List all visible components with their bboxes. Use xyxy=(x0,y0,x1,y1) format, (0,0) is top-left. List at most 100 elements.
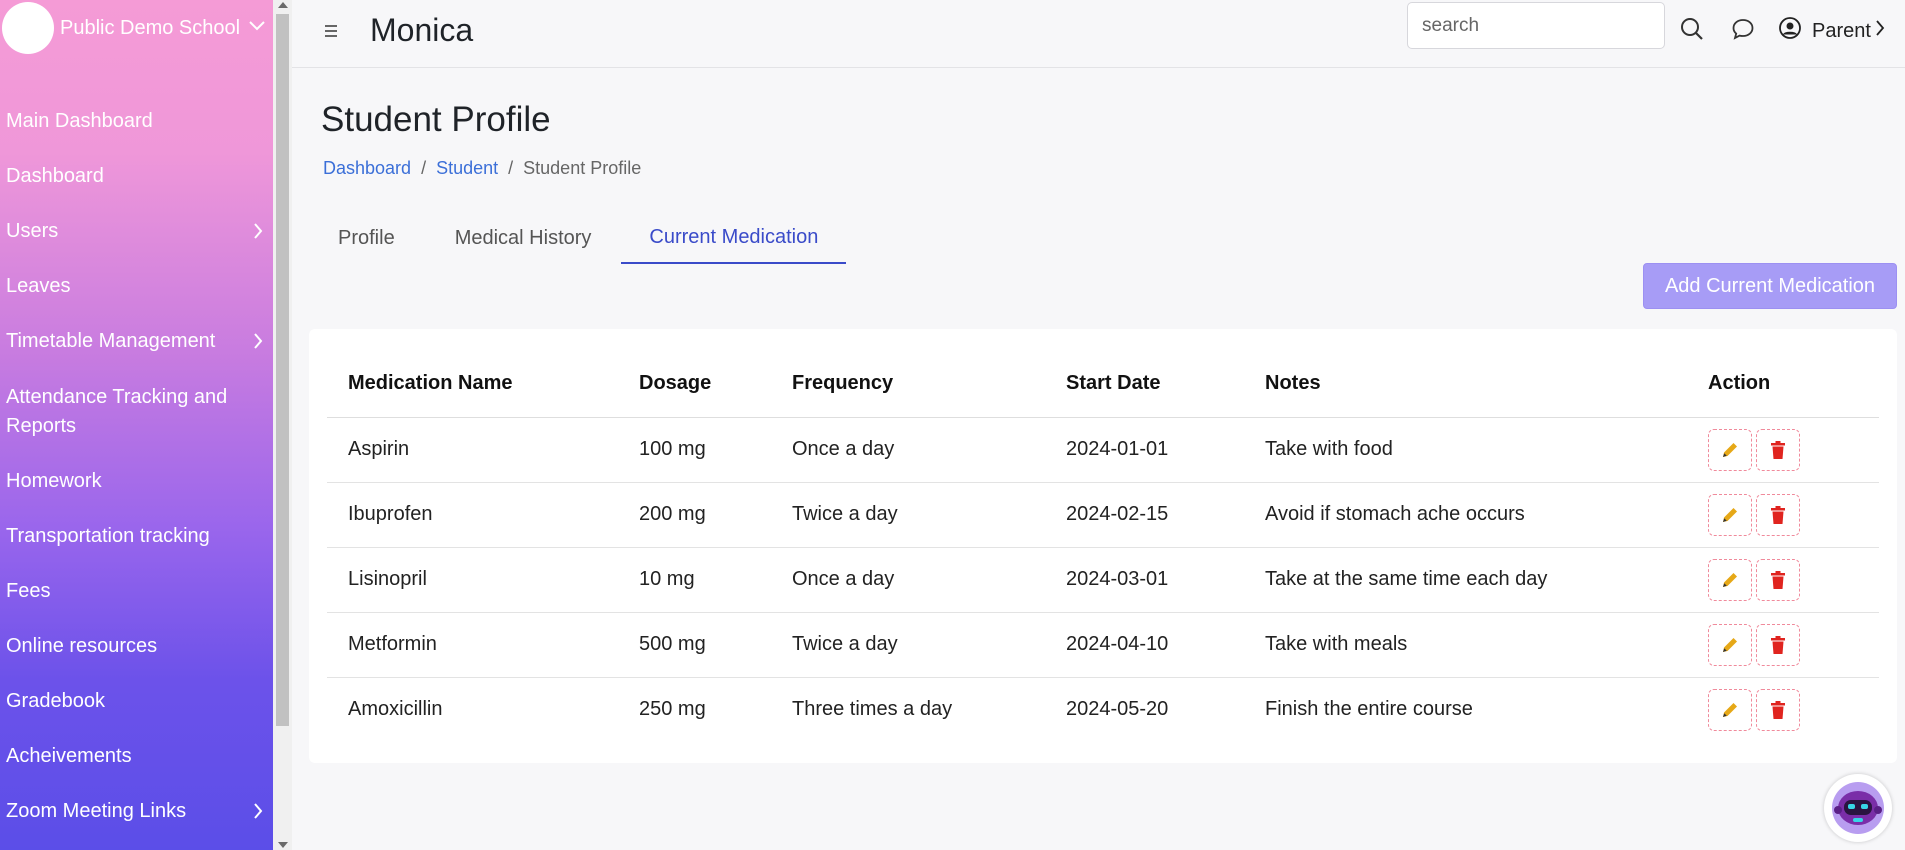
medication-name-cell: Amoxicillin xyxy=(348,698,443,721)
start-date-cell: 2024-04-10 xyxy=(1045,612,1244,678)
page-title: Student Profile xyxy=(321,100,551,139)
sidebar-item-label: Dashboard xyxy=(6,164,104,187)
chevron-right-icon xyxy=(243,332,273,350)
dosage-cell: 10 mg xyxy=(618,547,771,613)
notes-cell: Finish the entire course xyxy=(1265,698,1473,721)
trash-icon xyxy=(1771,700,1785,719)
sidebar-item-label: Attendance Tracking and Reports xyxy=(6,386,228,437)
tab-medical-history[interactable]: Medical History xyxy=(425,212,622,264)
row-actions xyxy=(1708,428,1879,471)
top-header: Monica Parent xyxy=(292,0,1905,68)
trash-icon xyxy=(1771,635,1785,654)
breadcrumb-separator: / xyxy=(508,158,514,178)
medication-name-cell: Metformin xyxy=(327,612,618,678)
sidebar-item-achievements[interactable]: Acheivements xyxy=(0,736,273,776)
sidebar-item-dashboard[interactable]: Dashboard xyxy=(0,156,273,196)
sidebar-item-fees[interactable]: Fees xyxy=(0,571,273,611)
table-row: Ibuprofen 200 mg Twice a day 2024-02-15 Avoi… xyxy=(327,482,1879,548)
sidebar-item-online-resources[interactable]: Online resources xyxy=(0,626,273,666)
row-actions xyxy=(1708,493,1879,536)
user-role-label: Parent xyxy=(1812,19,1871,42)
user-menu[interactable]: Parent xyxy=(1778,16,1885,46)
edit-button[interactable] xyxy=(1708,688,1752,731)
hamburger-menu-icon[interactable] xyxy=(323,22,343,42)
breadcrumb: Dashboard / Student / Student Profile xyxy=(323,158,641,179)
action-cell xyxy=(1687,677,1879,742)
column-header-start-date: Start Date xyxy=(1045,351,1244,418)
delete-button[interactable] xyxy=(1756,493,1800,536)
frequency-cell: Once a day xyxy=(771,547,1045,613)
table-row: Amoxicillin 250 mg Three times a day 2024-0… xyxy=(327,677,1879,742)
sidebar-scrollbar[interactable] xyxy=(273,0,292,850)
edit-button[interactable] xyxy=(1708,428,1752,471)
sidebar-item-label: Leaves xyxy=(6,274,71,297)
start-date-cell: 2024-03-01 xyxy=(1045,547,1244,613)
search-icon[interactable] xyxy=(1679,16,1705,42)
action-cell xyxy=(1687,612,1879,678)
sidebar-item-zoom-links[interactable]: Zoom Meeting Links xyxy=(0,791,273,831)
breadcrumb-student-link[interactable]: Student xyxy=(436,158,498,179)
chatbot-assistant-button[interactable] xyxy=(1824,774,1892,842)
medication-table-card: Medication Name Dosage Frequency Start D… xyxy=(309,329,1897,763)
scroll-down-arrow-icon[interactable] xyxy=(278,842,288,848)
sidebar-item-label: Fees xyxy=(6,579,51,602)
tab-current-medication[interactable]: Current Medication xyxy=(621,212,847,264)
edit-button[interactable] xyxy=(1708,558,1752,601)
notes-cell: Take with meals xyxy=(1244,612,1687,678)
edit-button[interactable] xyxy=(1708,493,1752,536)
dosage-cell: 100 mg xyxy=(618,417,771,483)
frequency-cell: Three times a day xyxy=(792,698,953,721)
frequency-cell: Once a day xyxy=(771,417,1045,483)
sidebar-item-label: Main Dashboard xyxy=(6,109,153,132)
start-date-cell: 2024-02-15 xyxy=(1045,482,1244,548)
sidebar-item-timetable[interactable]: Timetable Management xyxy=(0,321,273,361)
sidebar-item-attendance[interactable]: Attendance Tracking and Reports xyxy=(0,381,273,443)
action-cell xyxy=(1687,417,1879,483)
sidebar-item-label: Transportation tracking xyxy=(6,524,210,547)
pencil-icon xyxy=(1723,702,1737,717)
chevron-right-icon xyxy=(1875,19,1885,43)
notes-cell: Take at the same time each day xyxy=(1244,547,1687,613)
scroll-up-arrow-icon[interactable] xyxy=(278,2,288,8)
pencil-icon xyxy=(1723,442,1737,457)
chat-icon[interactable] xyxy=(1730,16,1756,42)
breadcrumb-dashboard-link[interactable]: Dashboard xyxy=(323,158,411,179)
delete-button[interactable] xyxy=(1756,623,1800,666)
sidebar-item-gradebook[interactable]: Gradebook xyxy=(0,681,273,721)
breadcrumb-separator: / xyxy=(421,158,427,178)
sidebar-item-label: Online resources xyxy=(6,634,158,657)
edit-button[interactable] xyxy=(1708,623,1752,666)
school-switcher[interactable]: Public Demo School xyxy=(0,0,273,56)
search-input[interactable] xyxy=(1407,2,1665,49)
chevron-down-icon xyxy=(248,19,266,37)
start-date-cell: 2024-05-20 xyxy=(1066,698,1169,721)
delete-button[interactable] xyxy=(1756,428,1800,471)
action-cell xyxy=(1687,547,1879,613)
notes-cell: Avoid if stomach ache occurs xyxy=(1244,482,1687,548)
delete-button[interactable] xyxy=(1756,558,1800,601)
notes-cell: Take with food xyxy=(1244,417,1687,483)
tab-profile[interactable]: Profile xyxy=(310,212,425,264)
add-current-medication-button[interactable]: Add Current Medication xyxy=(1643,263,1897,309)
scrollbar-thumb[interactable] xyxy=(276,14,289,726)
medication-name-cell: Ibuprofen xyxy=(327,482,618,548)
school-name: Public Demo School xyxy=(60,16,241,39)
action-cell xyxy=(1687,482,1879,548)
sidebar-item-users[interactable]: Users xyxy=(0,211,273,251)
trash-icon xyxy=(1771,440,1785,459)
table-header-row: Medication Name Dosage Frequency Start D… xyxy=(327,351,1879,418)
delete-button[interactable] xyxy=(1756,688,1800,731)
medication-table: Medication Name Dosage Frequency Start D… xyxy=(327,351,1879,742)
sidebar-item-label: Homework xyxy=(6,469,102,492)
table-row: Metformin 500 mg Twice a day 2024-04-10 Take… xyxy=(327,612,1879,678)
frequency-cell: Twice a day xyxy=(771,482,1045,548)
sidebar-item-transportation[interactable]: Transportation tracking xyxy=(0,516,273,556)
sidebar-item-homework[interactable]: Homework xyxy=(0,461,273,501)
row-actions xyxy=(1708,688,1879,731)
sidebar-item-main-dashboard[interactable]: Main Dashboard xyxy=(0,101,273,141)
sidebar: Public Demo School Main Dashboard Dashbo… xyxy=(0,0,273,850)
pencil-icon xyxy=(1723,572,1737,587)
trash-icon xyxy=(1771,505,1785,524)
sidebar-item-leaves[interactable]: Leaves xyxy=(0,266,273,306)
sidebar-item-label: Gradebook xyxy=(6,689,105,712)
